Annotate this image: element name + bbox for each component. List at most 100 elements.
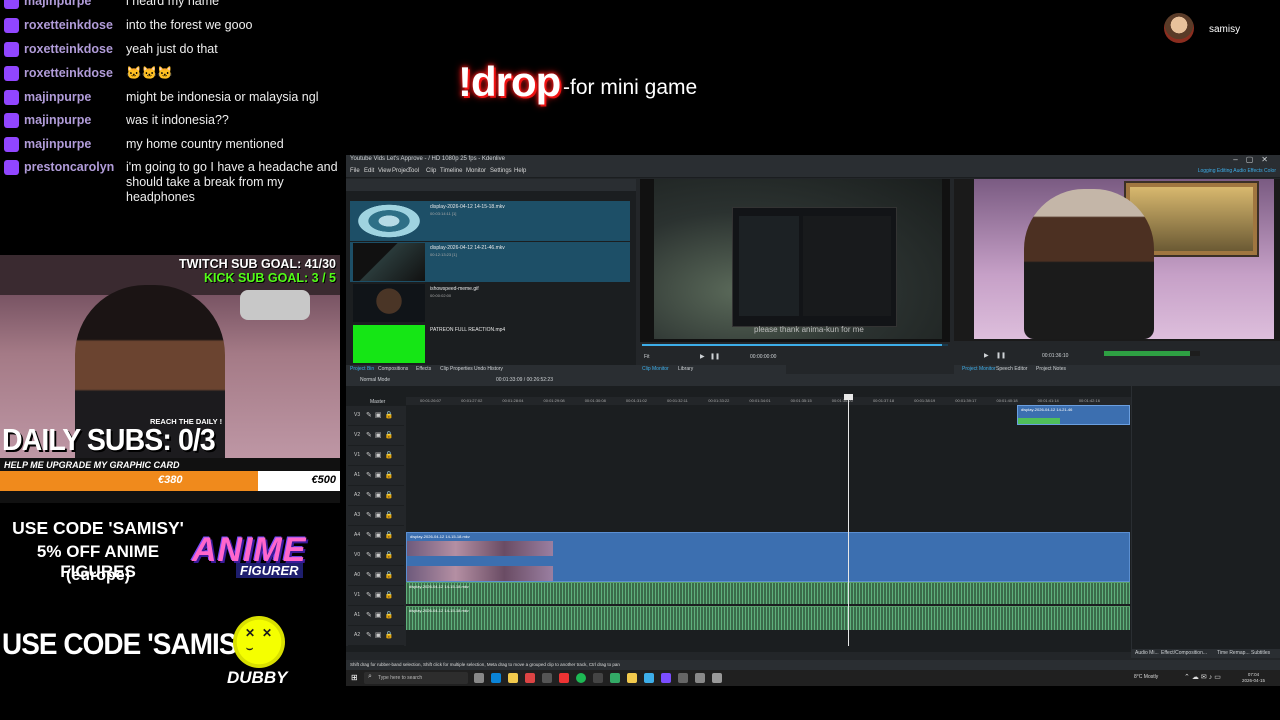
- clip-zoom-select[interactable]: Fit: [644, 354, 650, 360]
- app-icon[interactable]: [627, 673, 637, 683]
- tab-effects[interactable]: Effects: [416, 366, 431, 372]
- track-header[interactable]: A2 ✎▣🔒: [348, 486, 404, 506]
- timeline-ruler[interactable]: 00:01:26:07 00:01:27:02 00:01:28:04 00:01:2…: [406, 397, 1131, 405]
- pause-icon[interactable]: ❚❚: [710, 353, 720, 360]
- track-toggle-icons[interactable]: ✎▣🔒: [366, 551, 396, 559]
- menu-view[interactable]: View: [378, 168, 391, 174]
- track-header[interactable]: V3 ✎▣🔒: [348, 406, 404, 426]
- play-icon[interactable]: ▶: [700, 353, 705, 360]
- playhead-handle[interactable]: [844, 394, 853, 400]
- track-header[interactable]: A2 ✎▣🔒: [348, 626, 404, 646]
- play-icon[interactable]: ▶: [984, 352, 989, 359]
- track-toggle-icons[interactable]: ✎▣🔒: [366, 411, 396, 419]
- tab-subtitles[interactable]: Subtitles: [1251, 650, 1270, 656]
- kdenlive-icon[interactable]: [644, 673, 654, 683]
- pause-icon[interactable]: ❚❚: [996, 352, 1006, 359]
- track-toggle-icons[interactable]: ✎▣🔒: [366, 471, 396, 479]
- tray-icons[interactable]: ⌃☁✉♪▭: [1184, 673, 1223, 681]
- app-icon[interactable]: [610, 673, 620, 683]
- tab-project-notes[interactable]: Project Notes: [1036, 366, 1066, 372]
- track-toggle-icons[interactable]: ✎▣🔒: [366, 531, 396, 539]
- timeline-video-clip[interactable]: display-2026-04-12 14-15-18.mkv: [406, 532, 1130, 582]
- chat-username[interactable]: prestoncarolyn: [24, 160, 126, 205]
- track-header[interactable]: A1 ✎▣🔒: [348, 606, 404, 626]
- menu-monitor[interactable]: Monitor: [466, 168, 486, 174]
- tab-audio-mi[interactable]: Audio Mi...: [1135, 650, 1159, 656]
- bin-item[interactable]: display-2026-04-12 14-15-18.mkv 00:03:14…: [350, 201, 630, 241]
- tab-library[interactable]: Library: [678, 366, 693, 372]
- track-header[interactable]: A4 ✎▣🔒: [348, 526, 404, 546]
- track-header[interactable]: V2 ✎▣🔒: [348, 426, 404, 446]
- track-header[interactable]: V1 ✎▣🔒: [348, 446, 404, 466]
- tray-weather[interactable]: 8°C Mostly: [1134, 674, 1158, 680]
- chat-username[interactable]: majinpurpe: [24, 113, 126, 128]
- menu-edit[interactable]: Edit: [364, 168, 374, 174]
- tab-effect-composition[interactable]: Effect/Composition...: [1161, 650, 1207, 656]
- chat-username[interactable]: majinpurpe: [24, 90, 126, 105]
- bin-item[interactable]: display-2026-04-12 14-21-46.mkv 00:12:13…: [350, 242, 630, 282]
- track-toggle-icons[interactable]: ✎▣🔒: [366, 431, 396, 439]
- taskbar-search[interactable]: ⌕ Type here to search: [364, 672, 468, 684]
- settings-icon[interactable]: [712, 673, 722, 683]
- tab-undo-history[interactable]: Undo History: [474, 366, 503, 372]
- tab-speech-editor[interactable]: Speech Editor: [996, 366, 1027, 372]
- tab-clip-properties[interactable]: Clip Properties: [440, 366, 473, 372]
- track-toggle-icons[interactable]: ✎▣🔒: [366, 491, 396, 499]
- menu-tool[interactable]: Tool: [408, 168, 419, 174]
- chat-username[interactable]: roxetteinkdose: [24, 18, 126, 33]
- menu-clip[interactable]: Clip: [426, 168, 436, 174]
- bin-item[interactable]: ishowspeed-meme.gif 00:00:02:00: [350, 283, 630, 323]
- chat-username[interactable]: roxetteinkdose: [24, 66, 126, 81]
- project-timecode[interactable]: 00:01:36:10: [1042, 353, 1068, 359]
- menu-settings[interactable]: Settings: [490, 168, 512, 174]
- track-toggle-icons[interactable]: ✎▣🔒: [366, 571, 396, 579]
- tab-compositions[interactable]: Compositions: [378, 366, 408, 372]
- timeline-mode-select[interactable]: Normal Mode: [360, 377, 390, 383]
- track-toggle-icons[interactable]: ✎▣🔒: [366, 451, 396, 459]
- track-toggle-icons[interactable]: ✎▣🔒: [366, 511, 396, 519]
- tab-project-bin[interactable]: Project Bin: [350, 366, 374, 372]
- track-toggle-icons[interactable]: ✎▣🔒: [366, 631, 396, 639]
- tab-time-remap[interactable]: Time Remap...: [1217, 650, 1250, 656]
- chat-username[interactable]: roxetteinkdose: [24, 42, 126, 57]
- track-header[interactable]: V0 ✎▣🔒: [348, 546, 404, 566]
- menu-file[interactable]: File: [350, 168, 360, 174]
- menu-help[interactable]: Help: [514, 168, 526, 174]
- task-view-icon[interactable]: [474, 673, 484, 683]
- windows-start-icon[interactable]: ⊞: [351, 673, 358, 682]
- chat-username[interactable]: majinpurpe: [24, 0, 126, 9]
- app-icon[interactable]: [661, 673, 671, 683]
- clip-progress-track[interactable]: [642, 344, 948, 346]
- obs-icon[interactable]: [593, 673, 603, 683]
- track-header[interactable]: A3 ✎▣🔒: [348, 506, 404, 526]
- clip-timecode[interactable]: 00:00:00:00: [750, 354, 776, 360]
- app-icon[interactable]: [525, 673, 535, 683]
- timeline-audio-clip-2[interactable]: display-2026-04-12 14-15-18.mkv: [406, 606, 1130, 630]
- search-input[interactable]: Type here to search: [378, 675, 422, 681]
- spotify-icon[interactable]: [576, 673, 586, 683]
- bin-item[interactable]: PATREON FULL REACTION.mp4: [350, 324, 630, 364]
- timeline-timecode[interactable]: 00:01:33:09 / 00:26:52:23: [496, 377, 553, 383]
- track-header[interactable]: A0 ✎▣🔒: [348, 566, 404, 586]
- tab-project-monitor[interactable]: Project Monitor: [962, 366, 996, 372]
- tab-clip-monitor[interactable]: Clip Monitor: [642, 366, 669, 372]
- track-header[interactable]: V1 ✎▣🔒: [348, 586, 404, 606]
- timeline-playhead[interactable]: [844, 394, 853, 646]
- timeline-tracks[interactable]: display-2026-04-12 14-21-46 display-2026…: [406, 394, 1131, 646]
- app-icon[interactable]: [678, 673, 688, 683]
- tray-clock[interactable]: 07:04 2026-04-15: [1242, 672, 1265, 684]
- app-icon[interactable]: [695, 673, 705, 683]
- layout-switcher[interactable]: Logging Editing Audio Effects Color: [1198, 168, 1276, 174]
- chrome-icon[interactable]: [559, 673, 569, 683]
- track-toggle-icons[interactable]: ✎▣🔒: [366, 611, 396, 619]
- app-icon[interactable]: [542, 673, 552, 683]
- edge-icon[interactable]: [491, 673, 501, 683]
- track-header[interactable]: A1 ✎▣🔒: [348, 466, 404, 486]
- chat-username[interactable]: majinpurpe: [24, 137, 126, 152]
- timeline-audio-clip-1[interactable]: display-2026-04-12 14-15-18.mkv: [406, 582, 1130, 604]
- window-controls[interactable]: –▢✕: [1233, 155, 1276, 164]
- track-toggle-icons[interactable]: ✎▣🔒: [366, 591, 396, 599]
- timeline-clip-top[interactable]: display-2026-04-12 14-21-46: [1017, 405, 1130, 425]
- file-explorer-icon[interactable]: [508, 673, 518, 683]
- menu-timeline[interactable]: Timeline: [440, 168, 462, 174]
